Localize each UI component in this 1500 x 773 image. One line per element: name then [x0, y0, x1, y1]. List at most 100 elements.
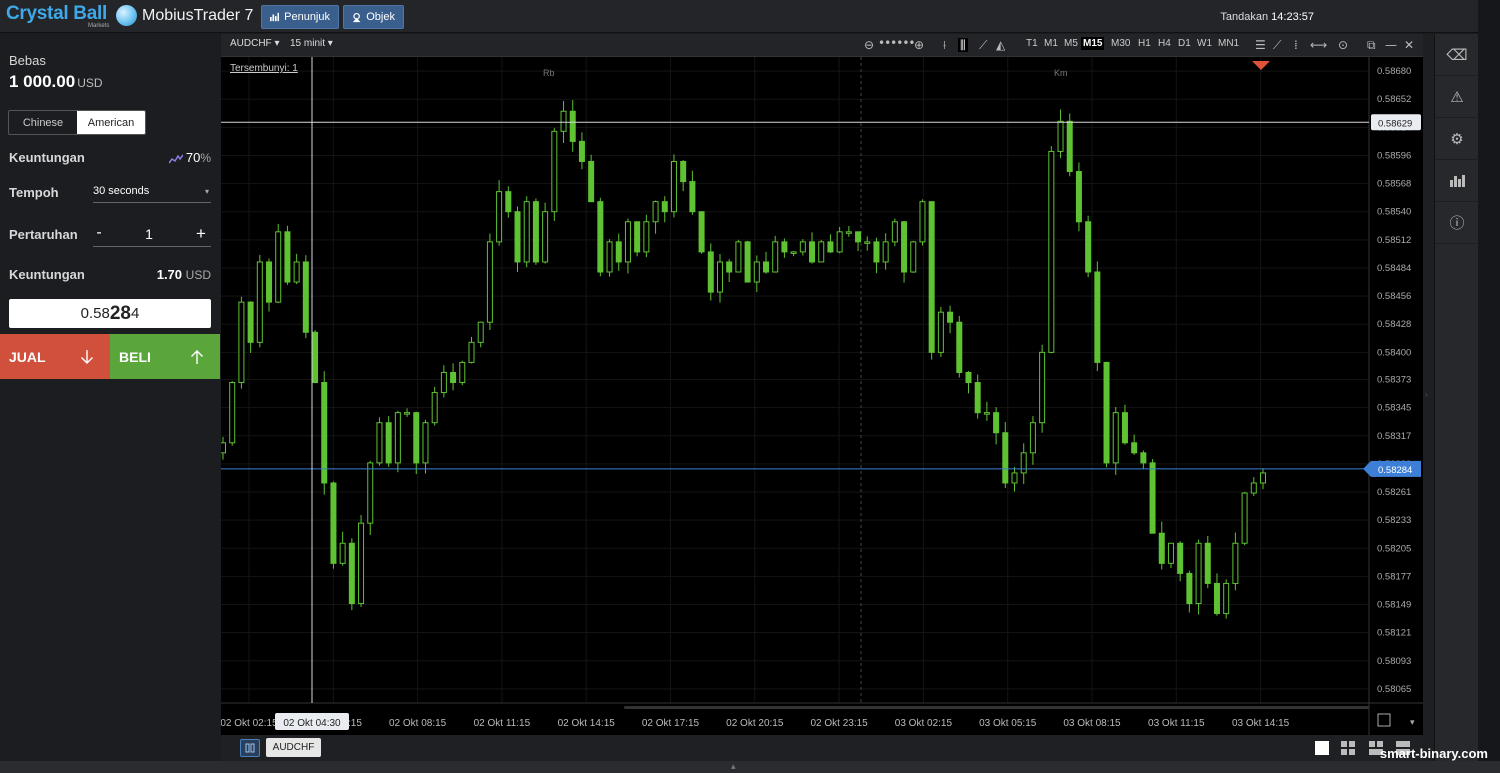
- area-chart-type-icon[interactable]: ◭: [996, 38, 1005, 52]
- objects-button[interactable]: Objek: [343, 5, 404, 29]
- candle-body: [606, 241, 613, 273]
- candle-chart-type-icon[interactable]: ⫼: [958, 38, 968, 52]
- buy-button[interactable]: BELI: [110, 334, 220, 379]
- gear-icon[interactable]: ⚙: [1435, 118, 1479, 160]
- candle-body: [1094, 271, 1101, 363]
- eraser-icon[interactable]: ⌫: [1435, 34, 1479, 76]
- period-select[interactable]: 30 seconds ▾: [93, 185, 211, 203]
- symbol-tab[interactable]: AUDCHF: [266, 738, 321, 757]
- zoom-in-icon[interactable]: ⊕: [914, 38, 924, 52]
- timeframe-m30[interactable]: M30: [1109, 37, 1132, 50]
- candle-body: [505, 191, 512, 213]
- candle-body: [496, 191, 503, 243]
- candle-body: [1057, 120, 1064, 152]
- time-tick-label: 03 Okt 11:15: [1148, 718, 1205, 729]
- stake-minus-button[interactable]: -: [93, 224, 105, 242]
- candle-body: [1213, 582, 1220, 615]
- candle-body: [1020, 452, 1027, 474]
- expand-up-icon[interactable]: ▴: [731, 761, 736, 772]
- candle-body: [477, 321, 484, 343]
- timeframe-m1[interactable]: M1: [1042, 37, 1060, 50]
- profit-percent-value: 70: [185, 150, 201, 165]
- stake-plus-button[interactable]: +: [196, 224, 206, 244]
- timeframe-m15[interactable]: M15: [1081, 37, 1105, 50]
- timeframe-t1[interactable]: T1: [1024, 37, 1040, 50]
- bar-chart-type-icon[interactable]: ⟊: [943, 38, 946, 52]
- timeframe-h1[interactable]: H1: [1136, 37, 1153, 50]
- price-tick-label: 0.58540: [1377, 207, 1411, 218]
- candle-body: [772, 241, 779, 273]
- candle-body: [698, 211, 705, 253]
- candle-body: [459, 361, 466, 384]
- zoom-slider-icon[interactable]: ••••••: [878, 36, 915, 50]
- timeframe-h4[interactable]: H4: [1156, 37, 1173, 50]
- info-icon[interactable]: ⓘ: [1435, 202, 1479, 244]
- line-chart-type-icon[interactable]: ⟋: [979, 38, 987, 52]
- candle-body: [542, 211, 549, 263]
- panel-splitter[interactable]: ›: [1423, 34, 1434, 761]
- trend-icon: [168, 154, 183, 164]
- candle-body: [221, 442, 226, 454]
- timeframe-d1[interactable]: D1: [1176, 37, 1193, 50]
- vertical-line-icon[interactable]: ⁞: [1294, 38, 1298, 52]
- candlestick-chart[interactable]: RbKm0.586800.586520.586240.585960.585680…: [221, 57, 1423, 735]
- time-tick-label: 02 Okt 02:15: [221, 718, 278, 729]
- candle-body: [569, 110, 576, 142]
- current-price-label: 0.58284: [1378, 465, 1412, 476]
- time-tick-label: 02 Okt 23:15: [810, 718, 868, 729]
- close-icon[interactable]: ✕: [1404, 38, 1414, 52]
- warning-icon[interactable]: ⚠: [1435, 76, 1479, 118]
- candle-body: [965, 371, 972, 384]
- price-chart[interactable]: RbKm0.586800.586520.586240.585960.585680…: [221, 57, 1423, 735]
- arrow-down-icon: [81, 349, 93, 364]
- chart-bottom-bar: AUDCHF: [221, 735, 1434, 761]
- grid-layout-icon[interactable]: [1341, 741, 1355, 755]
- minimize-icon[interactable]: —: [1385, 38, 1397, 52]
- candle-body: [1186, 572, 1193, 605]
- candle-body: [716, 261, 723, 293]
- crosshair-icon[interactable]: ⊙: [1338, 38, 1348, 52]
- candle-body: [634, 221, 641, 253]
- candle-body: [1066, 120, 1073, 173]
- candle-body: [661, 201, 668, 213]
- pause-icon[interactable]: [240, 739, 260, 757]
- zoom-out-icon[interactable]: ⊖: [864, 38, 874, 52]
- price-tick-label: 0.58456: [1377, 291, 1411, 302]
- sort-icon[interactable]: ☰: [1255, 38, 1266, 52]
- top-bar: Crystal Ball Markets MobiusTrader 7 Penu…: [0, 0, 1478, 33]
- hidden-objects-label[interactable]: Tersembunyi: 1: [230, 63, 298, 74]
- single-layout-icon[interactable]: [1315, 741, 1329, 755]
- horizontal-line-icon[interactable]: ⟷: [1310, 38, 1327, 52]
- timeframe-value: 15 minit: [290, 38, 326, 49]
- indicators-label: Penunjuk: [284, 11, 330, 23]
- candle-body: [578, 140, 585, 162]
- option-type-chinese[interactable]: Chinese: [9, 111, 77, 134]
- option-type-american[interactable]: American: [77, 111, 145, 134]
- objects-icon: [352, 12, 361, 22]
- timeframe-m5[interactable]: M5: [1062, 37, 1080, 50]
- arrow-up-icon: [191, 349, 203, 364]
- balance-amount: 1 000.00: [9, 72, 76, 91]
- chart-bars-icon[interactable]: [1435, 160, 1479, 202]
- timeframe-w1[interactable]: W1: [1195, 37, 1214, 50]
- clock-label: Tandakan: [1220, 11, 1269, 23]
- candle-body: [404, 412, 411, 415]
- price-tick-label: 0.58596: [1377, 150, 1411, 161]
- candle-body: [330, 482, 337, 564]
- timeframe-select[interactable]: 15 minit ▾: [290, 38, 333, 49]
- stake-input[interactable]: 1: [120, 226, 178, 242]
- indicators-button[interactable]: Penunjuk: [261, 5, 339, 29]
- symbol-select[interactable]: AUDCHF ▾: [230, 38, 279, 49]
- sell-button[interactable]: JUAL: [0, 334, 110, 379]
- period-label: Tempoh: [9, 185, 59, 200]
- candle-body: [358, 522, 365, 605]
- trendline-icon[interactable]: ⟋: [1273, 38, 1281, 52]
- detach-icon[interactable]: ⧉: [1367, 38, 1376, 52]
- option-type-toggle: Chinese American: [8, 110, 146, 135]
- price-tick-label: 0.58400: [1377, 347, 1411, 358]
- profit-label: Keuntungan: [9, 150, 85, 165]
- timeframe-mn1[interactable]: MN1: [1216, 37, 1241, 50]
- candle-body: [394, 412, 401, 464]
- price-tick-label: 0.58205: [1377, 543, 1411, 554]
- price-tick-label: 0.58093: [1377, 656, 1411, 667]
